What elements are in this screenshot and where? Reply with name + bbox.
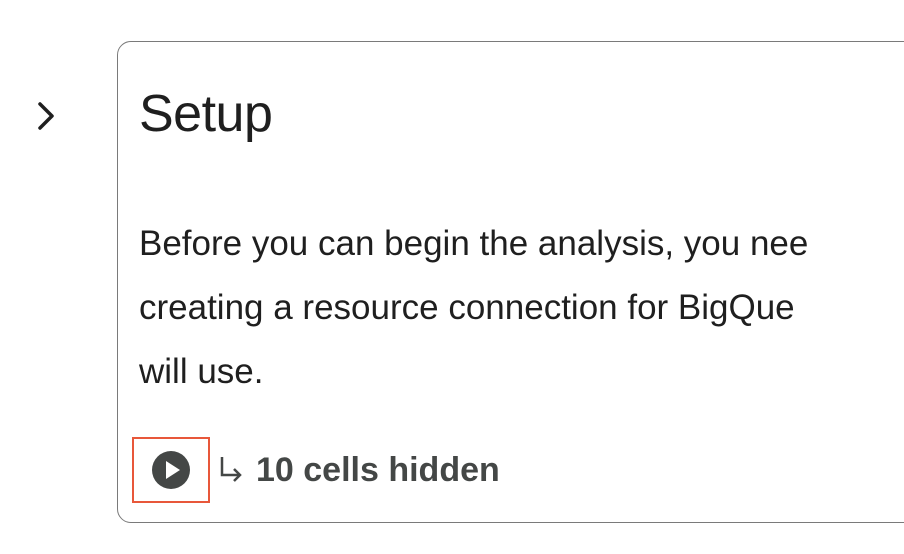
- subdirectory-arrow-icon: [218, 455, 244, 485]
- section-heading: Setup: [139, 85, 273, 143]
- description-line: creating a resource connection for BigQu…: [139, 288, 795, 327]
- description-line: will use.: [139, 352, 264, 391]
- notebook-page: Setup Before you can begin the analysis,…: [0, 0, 904, 554]
- run-section-button[interactable]: [132, 437, 210, 503]
- chevron-right-icon: [38, 102, 54, 130]
- play-circle-icon: [152, 451, 190, 489]
- section-description: Before you can begin the analysis, you n…: [139, 212, 904, 404]
- section-footer: 10 cells hidden: [118, 437, 818, 507]
- markdown-cell[interactable]: Setup Before you can begin the analysis,…: [117, 41, 904, 523]
- description-line: Before you can begin the analysis, you n…: [139, 224, 809, 263]
- hidden-cells-indicator[interactable]: 10 cells hidden: [218, 447, 500, 493]
- section-expand-toggle[interactable]: [28, 96, 64, 136]
- hidden-cells-label: 10 cells hidden: [256, 450, 500, 489]
